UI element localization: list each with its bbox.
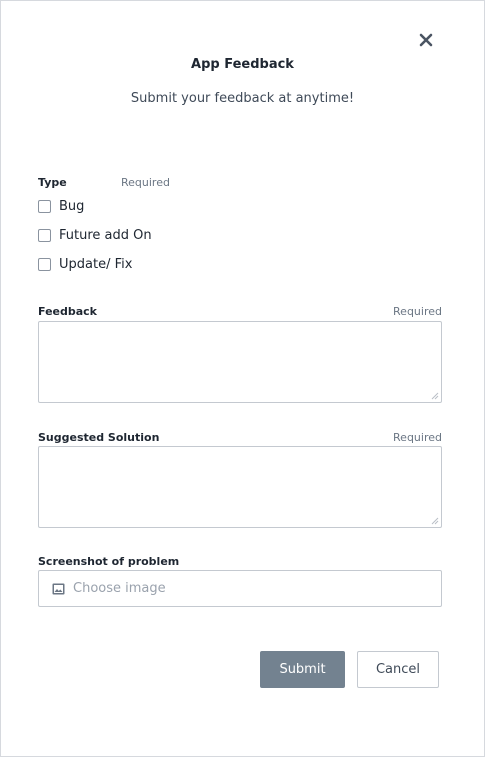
- cancel-button[interactable]: Cancel: [357, 651, 439, 688]
- solution-textarea[interactable]: [38, 446, 442, 528]
- checkbox-box[interactable]: [38, 228, 51, 242]
- screenshot-label: Screenshot of problem: [38, 555, 180, 568]
- close-button[interactable]: [415, 29, 437, 51]
- checkbox-box[interactable]: [38, 257, 51, 271]
- choose-image-placeholder: Choose image: [73, 581, 166, 596]
- checkbox-bug[interactable]: Bug: [38, 197, 84, 215]
- solution-required: Required: [393, 431, 442, 444]
- feedback-dialog: App Feedback Submit your feedback at any…: [0, 0, 485, 757]
- resize-grip-icon[interactable]: [431, 517, 439, 525]
- dialog-subtitle: Submit your feedback at anytime!: [130, 91, 355, 106]
- checkbox-update-fix[interactable]: Update/ Fix: [38, 255, 132, 273]
- feedback-textarea[interactable]: [38, 321, 442, 403]
- image-icon: [51, 582, 65, 596]
- close-icon: [419, 33, 433, 47]
- type-required: Required: [121, 176, 170, 189]
- submit-button[interactable]: Submit: [260, 651, 345, 688]
- type-label: Type: [38, 176, 67, 189]
- solution-label: Suggested Solution: [38, 431, 160, 444]
- checkbox-box[interactable]: [38, 199, 51, 213]
- resize-grip-icon[interactable]: [431, 392, 439, 400]
- feedback-label: Feedback: [38, 305, 97, 318]
- checkbox-future-add-on[interactable]: Future add On: [38, 226, 152, 244]
- choose-image-input[interactable]: Choose image: [38, 570, 442, 607]
- feedback-required: Required: [393, 305, 442, 318]
- dialog-title: App Feedback: [191, 57, 294, 72]
- checkbox-label: Update/ Fix: [59, 256, 133, 272]
- checkbox-label: Future add On: [59, 227, 152, 243]
- checkbox-label: Bug: [59, 198, 85, 214]
